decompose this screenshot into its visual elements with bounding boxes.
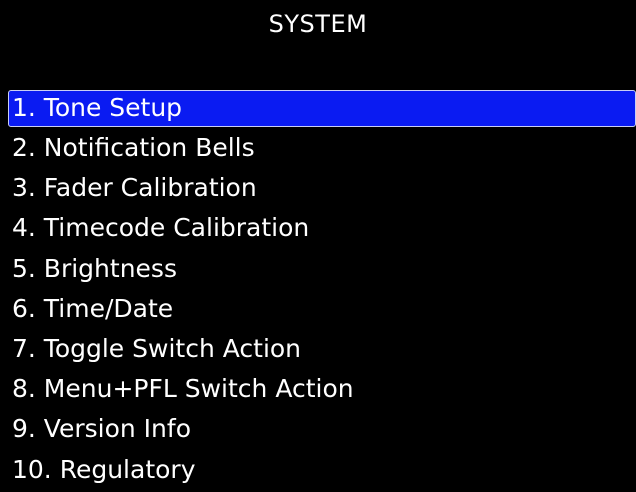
menu-item-notification-bells[interactable]: 2. Notification Bells xyxy=(0,130,636,170)
system-menu-list: 1. Tone Setup 2. Notification Bells 3. F… xyxy=(0,90,636,492)
menu-item-tone-setup[interactable]: 1. Tone Setup xyxy=(8,90,636,127)
menu-item-regulatory[interactable]: 10. Regulatory xyxy=(0,452,636,492)
page-title: SYSTEM xyxy=(268,10,368,38)
system-menu-screen: SYSTEM 1. Tone Setup 2. Notification Bel… xyxy=(0,0,636,484)
menu-item-time-date[interactable]: 6. Time/Date xyxy=(0,291,636,331)
menu-item-menu-pfl-switch-action[interactable]: 8. Menu+PFL Switch Action xyxy=(0,371,636,411)
menu-item-toggle-switch-action[interactable]: 7. Toggle Switch Action xyxy=(0,331,636,371)
menu-item-version-info[interactable]: 9. Version Info xyxy=(0,411,636,451)
menu-item-timecode-calibration[interactable]: 4. Timecode Calibration xyxy=(0,210,636,250)
menu-item-fader-calibration[interactable]: 3. Fader Calibration xyxy=(0,170,636,210)
menu-item-brightness[interactable]: 5. Brightness xyxy=(0,251,636,291)
